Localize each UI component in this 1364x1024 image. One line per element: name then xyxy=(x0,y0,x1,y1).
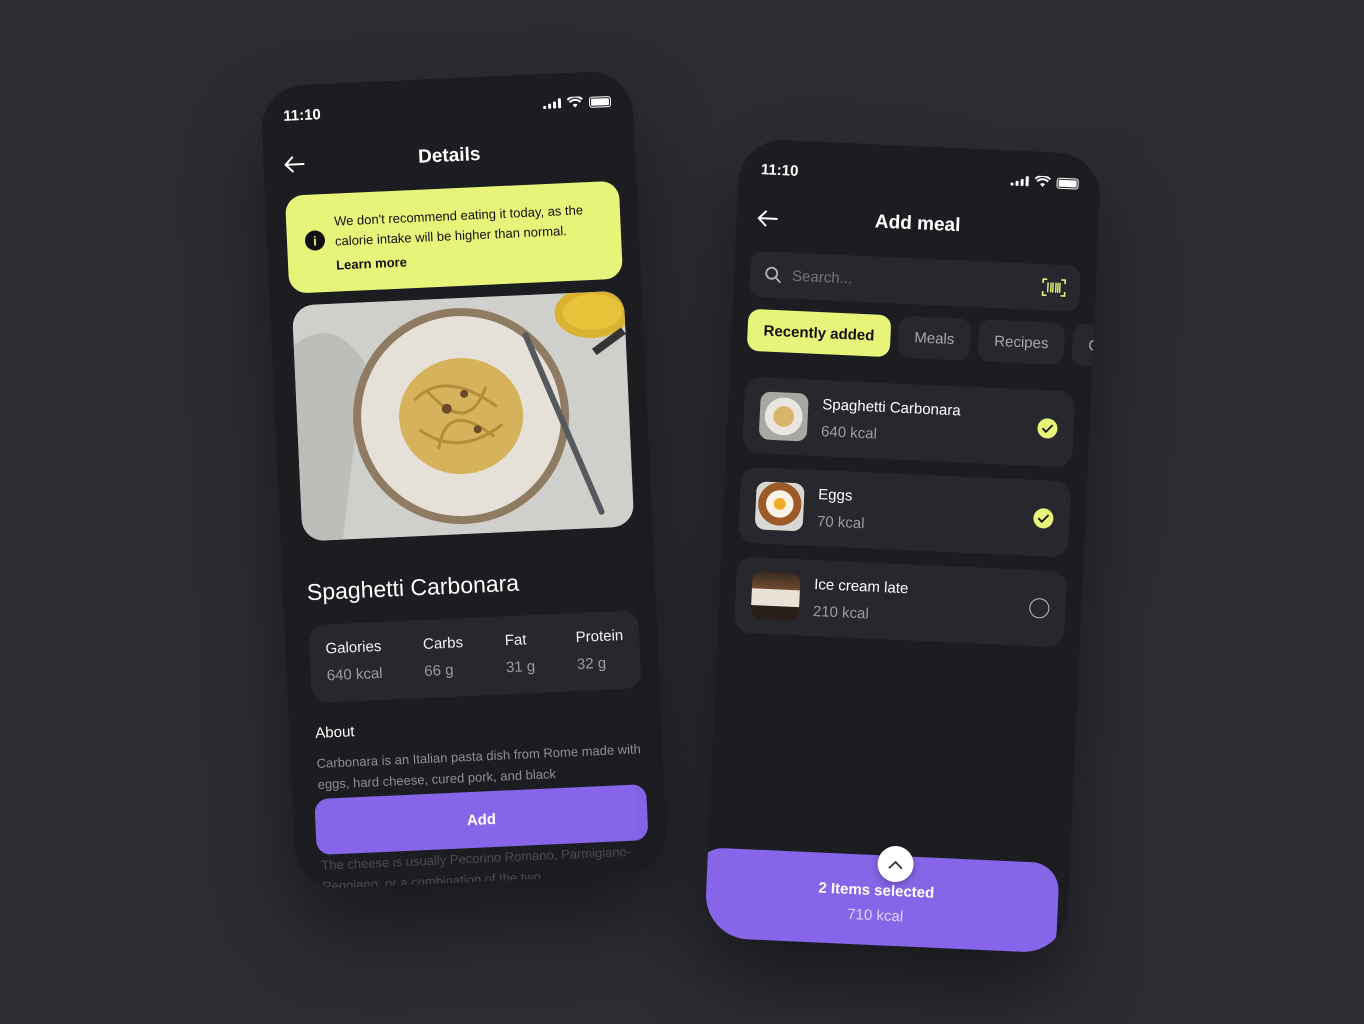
dish-photo-illustration xyxy=(291,290,635,542)
macro-label: Galories xyxy=(325,637,382,658)
macro-label: Fat xyxy=(504,631,527,650)
macro-label: Protein xyxy=(575,626,624,647)
macro-calories: Galories 640 kcal xyxy=(325,638,384,702)
back-arrow-icon[interactable] xyxy=(281,151,308,178)
tab-recipes[interactable]: Recipes xyxy=(977,319,1066,366)
status-time: 11:10 xyxy=(282,105,322,125)
checkmark-icon[interactable] xyxy=(1032,507,1054,529)
meal-thumbnail xyxy=(754,481,805,532)
page-title: Add meal xyxy=(874,211,961,237)
warning-message: We don't recommend eating it today, as t… xyxy=(333,202,584,249)
meal-kcal: 640 kcal xyxy=(820,423,878,443)
learn-more-link[interactable]: Learn more xyxy=(336,254,407,272)
meal-list: Spaghetti Carbonara 640 kcal Eggs 70 kca… xyxy=(733,376,1076,662)
search-icon xyxy=(765,266,781,284)
add-meal-header: Add meal xyxy=(736,196,1099,252)
dish-name: Spaghetti Carbonara xyxy=(306,569,520,606)
selection-total: 710 kcal xyxy=(846,905,904,926)
tab-custom[interactable]: Cu xyxy=(1071,323,1102,368)
status-bar: 11:10 xyxy=(283,91,612,126)
info-icon: i xyxy=(304,230,326,251)
signal-icon xyxy=(1010,176,1029,187)
calorie-warning-banner: i We don't recommend eating it today, as… xyxy=(284,180,624,294)
wifi-icon xyxy=(1034,175,1051,187)
macro-value: 32 g xyxy=(576,654,607,674)
status-icons xyxy=(543,95,612,110)
macro-value: 31 g xyxy=(505,657,536,677)
meal-name: Ice cream late xyxy=(813,576,909,598)
meal-kcal: 70 kcal xyxy=(816,513,865,533)
meal-kcal: 210 kcal xyxy=(812,602,870,623)
signal-icon xyxy=(543,98,562,110)
macro-label: Carbs xyxy=(422,634,464,654)
selection-count: 2 Items selected xyxy=(818,879,935,902)
battery-icon xyxy=(1056,177,1079,190)
tab-recently-added[interactable]: Recently added xyxy=(746,308,892,358)
battery-icon xyxy=(588,95,612,108)
tab-meals[interactable]: Meals xyxy=(897,315,972,361)
checkmark-icon[interactable] xyxy=(1037,417,1058,439)
meal-thumbnail xyxy=(750,571,801,622)
details-screen: 11:10 Details i We don't recommend eatin… xyxy=(259,69,669,891)
details-header: Details xyxy=(263,128,636,185)
about-heading: About xyxy=(314,723,355,742)
macro-carbs: Carbs 66 g xyxy=(423,634,466,698)
meal-name: Spaghetti Carbonara xyxy=(821,396,962,420)
wifi-icon xyxy=(566,96,583,108)
back-arrow-icon[interactable] xyxy=(754,205,781,232)
page-title: Details xyxy=(417,143,481,168)
meal-category-tabs: Recently added Meals Recipes Cu xyxy=(746,308,1102,368)
macro-fat: Fat 31 g xyxy=(504,631,536,694)
dish-photo xyxy=(291,290,635,542)
meal-thumbnail xyxy=(758,391,809,442)
search-bar xyxy=(749,250,1081,312)
macro-protein: Protein 32 g xyxy=(575,627,625,691)
list-item[interactable]: Eggs 70 kcal xyxy=(737,466,1072,558)
meal-name: Eggs xyxy=(817,486,853,505)
nutrition-summary: Galories 640 kcal Carbs 66 g Fat 31 g Pr… xyxy=(308,610,642,704)
list-item[interactable]: Spaghetti Carbonara 640 kcal xyxy=(742,376,1076,468)
macro-value: 66 g xyxy=(423,661,454,680)
status-icons xyxy=(1010,175,1079,190)
empty-circle-icon[interactable] xyxy=(1028,597,1050,619)
macro-value: 640 kcal xyxy=(326,664,383,685)
status-time: 11:10 xyxy=(760,160,799,180)
status-bar: 11:10 xyxy=(760,159,1079,193)
add-meal-screen: 11:10 Add meal Recently added Meals Reci… xyxy=(704,138,1102,954)
barcode-scan-icon[interactable] xyxy=(1041,278,1067,297)
search-input[interactable] xyxy=(791,267,1043,296)
list-item[interactable]: Ice cream late 210 kcal xyxy=(733,556,1068,648)
